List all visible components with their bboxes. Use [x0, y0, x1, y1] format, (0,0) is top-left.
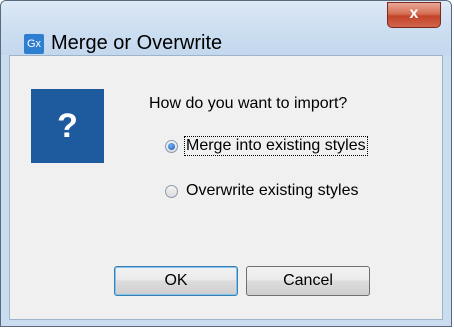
- prompt-text: How do you want to import?: [149, 95, 348, 112]
- overwrite-option-label[interactable]: Overwrite existing styles: [185, 182, 360, 200]
- merge-radio[interactable]: [165, 139, 178, 153]
- dialog-window: Gx Merge or Overwrite x ? How do you wan…: [0, 0, 452, 327]
- cancel-button[interactable]: Cancel: [246, 266, 370, 296]
- question-icon: ?: [31, 89, 104, 163]
- ok-button[interactable]: OK: [114, 266, 238, 296]
- overwrite-option[interactable]: Overwrite existing styles: [165, 180, 360, 202]
- app-icon: Gx: [24, 34, 44, 54]
- overwrite-radio[interactable]: [165, 184, 178, 198]
- title-bar[interactable]: Gx Merge or Overwrite x: [1, 1, 451, 55]
- merge-option[interactable]: Merge into existing styles: [165, 135, 368, 157]
- close-button[interactable]: x: [387, 2, 441, 28]
- window-title: Merge or Overwrite: [51, 32, 223, 54]
- merge-option-label[interactable]: Merge into existing styles: [184, 136, 368, 156]
- dialog-body: ? How do you want to import? Merge into …: [9, 55, 443, 320]
